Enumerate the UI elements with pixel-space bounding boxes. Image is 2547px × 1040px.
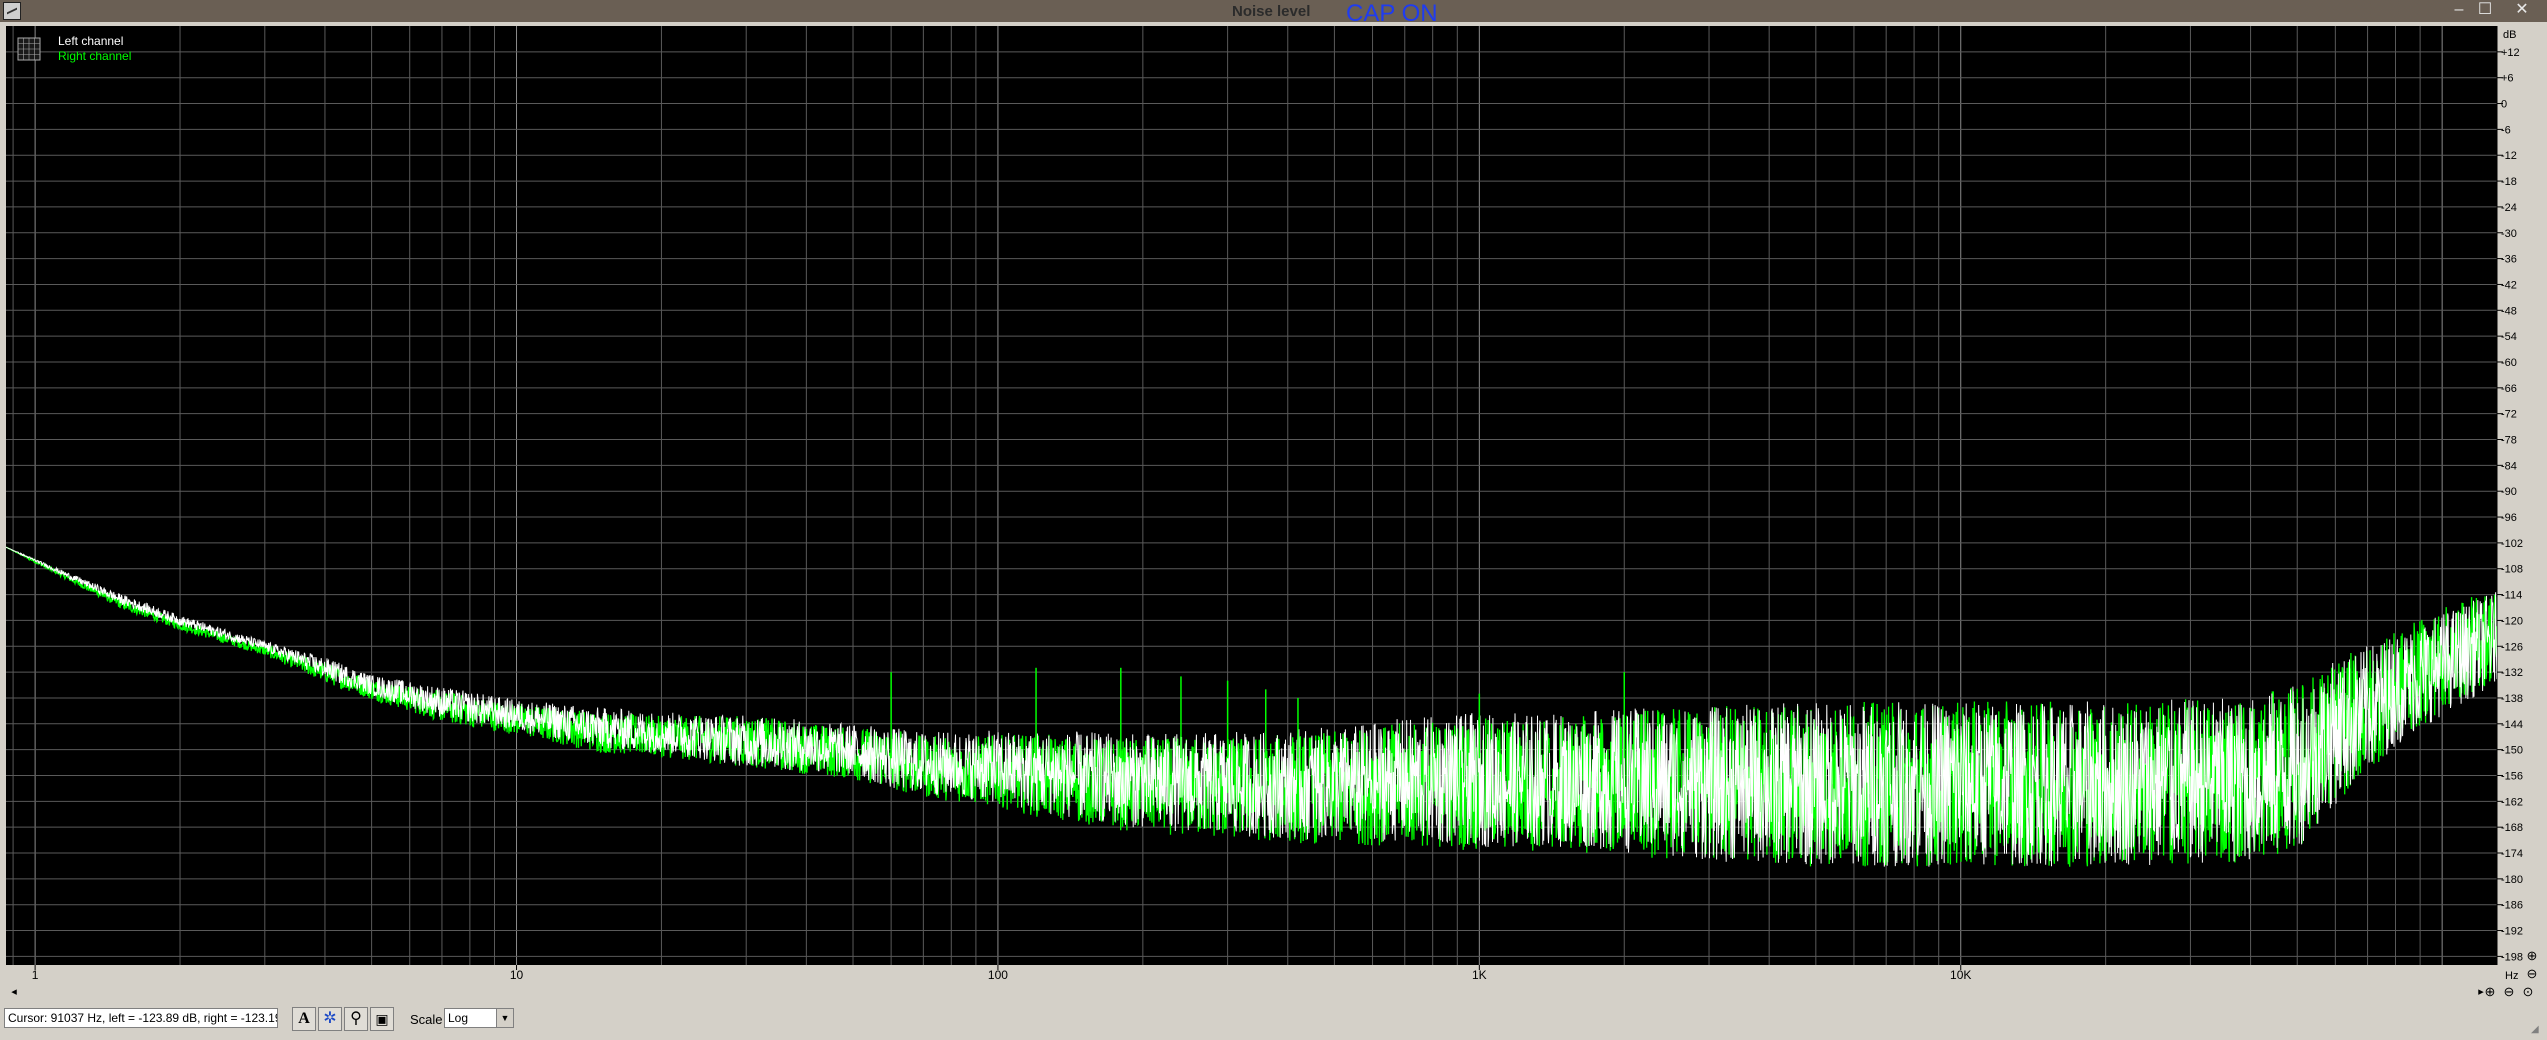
legend-right-channel: Right channel	[58, 49, 131, 63]
y-tick-label: -72	[2501, 409, 2517, 421]
x-tick-label: 100	[988, 968, 1008, 982]
y-tick-label: -120	[2501, 615, 2523, 627]
legend-left-channel: Left channel	[58, 34, 123, 48]
y-axis-unit: dB	[2503, 29, 2516, 41]
y-tick-label: -138	[2501, 693, 2523, 705]
font-icon[interactable]: A	[292, 1007, 316, 1031]
y-tick-label: -150	[2501, 745, 2523, 757]
x-tick-label: 10K	[1950, 968, 1971, 982]
y-tick-label: -114	[2501, 590, 2522, 602]
y-tick-label: +12	[2501, 47, 2520, 59]
y-tick-label: -12	[2501, 150, 2517, 162]
y-tick-label: -54	[2501, 331, 2517, 343]
y-tick-label: -132	[2501, 667, 2523, 679]
y-axis-panel	[2497, 26, 2547, 981]
y-tick-label: -192	[2501, 926, 2523, 938]
noise-spectrum-chart: +12 +6 0 -6 -12 -18 -24 -30 -36 -42 -48 -54 -60 -66 -7…	[6, 26, 2547, 984]
y-tick-label: -198	[2501, 951, 2523, 963]
zoom-in-icon[interactable]: ⊕	[2482, 984, 2498, 1000]
y-tick-label: -90	[2501, 486, 2517, 498]
settings-icon[interactable]: ✲	[318, 1007, 342, 1031]
y-tick-label: -126	[2501, 641, 2523, 653]
y-tick-label: -102	[2501, 538, 2523, 550]
x-tick-label: 1K	[1472, 968, 1487, 982]
y-tick-label: -60	[2501, 357, 2517, 369]
y-tick-label: -24	[2501, 202, 2517, 214]
resize-grip-icon[interactable]: ◢	[2531, 1024, 2545, 1038]
zoom-out-icon[interactable]: ⊖	[2501, 984, 2517, 1000]
scroll-left-arrow-icon[interactable]: ◂	[6, 984, 22, 1000]
y-tick-label: -144	[2501, 719, 2523, 731]
y-tick-label: -168	[2501, 822, 2523, 834]
magnifier-icon[interactable]: ⚲	[344, 1007, 368, 1031]
left-channel-line	[6, 546, 2497, 867]
scale-label: Scale	[410, 1012, 443, 1027]
y-tick-label: -174	[2501, 848, 2523, 860]
x-axis-panel	[6, 965, 2497, 984]
y-tick-label: -18	[2501, 176, 2517, 188]
y-tick-label: +6	[2501, 73, 2514, 85]
y-tick-label: -42	[2501, 279, 2517, 291]
y-tick-label: -156	[2501, 770, 2523, 782]
scale-select-value: Log	[448, 1011, 469, 1025]
horizontal-scrollbar[interactable]: ◂ ▸	[6, 984, 2521, 1000]
x-tick-label: 1	[32, 968, 39, 982]
y-tick-label: -84	[2501, 460, 2517, 472]
cursor-readout: Cursor: 91037 Hz, left = -123.89 dB, rig…	[4, 1008, 278, 1028]
y-tick-label: -108	[2501, 564, 2523, 576]
y-tick-label: -186	[2501, 900, 2523, 912]
save-icon[interactable]: ▣	[370, 1007, 394, 1031]
y-tick-label: -6	[2501, 124, 2511, 136]
zoom-fit-icon[interactable]: ⊙	[2520, 984, 2536, 1000]
x-tick-label: 10	[510, 968, 524, 982]
y-tick-label: -48	[2501, 305, 2517, 317]
y-tick-label: -162	[2501, 796, 2523, 808]
vertical-zoom-out-icon[interactable]: ⊖	[2524, 966, 2540, 982]
y-tick-label: -30	[2501, 228, 2517, 240]
y-tick-label: -66	[2501, 383, 2517, 395]
y-tick-label: -96	[2501, 512, 2517, 524]
scale-select[interactable]: Log ▼	[444, 1008, 514, 1028]
y-tick-label: -180	[2501, 874, 2523, 886]
y-tick-label: -78	[2501, 435, 2517, 447]
vertical-zoom-in-icon[interactable]: ⊕	[2524, 948, 2540, 964]
x-axis-unit: Hz	[2505, 970, 2518, 982]
y-tick-label: -36	[2501, 254, 2517, 266]
chevron-down-icon: ▼	[496, 1009, 513, 1027]
y-tick-label: 0	[2501, 99, 2507, 111]
